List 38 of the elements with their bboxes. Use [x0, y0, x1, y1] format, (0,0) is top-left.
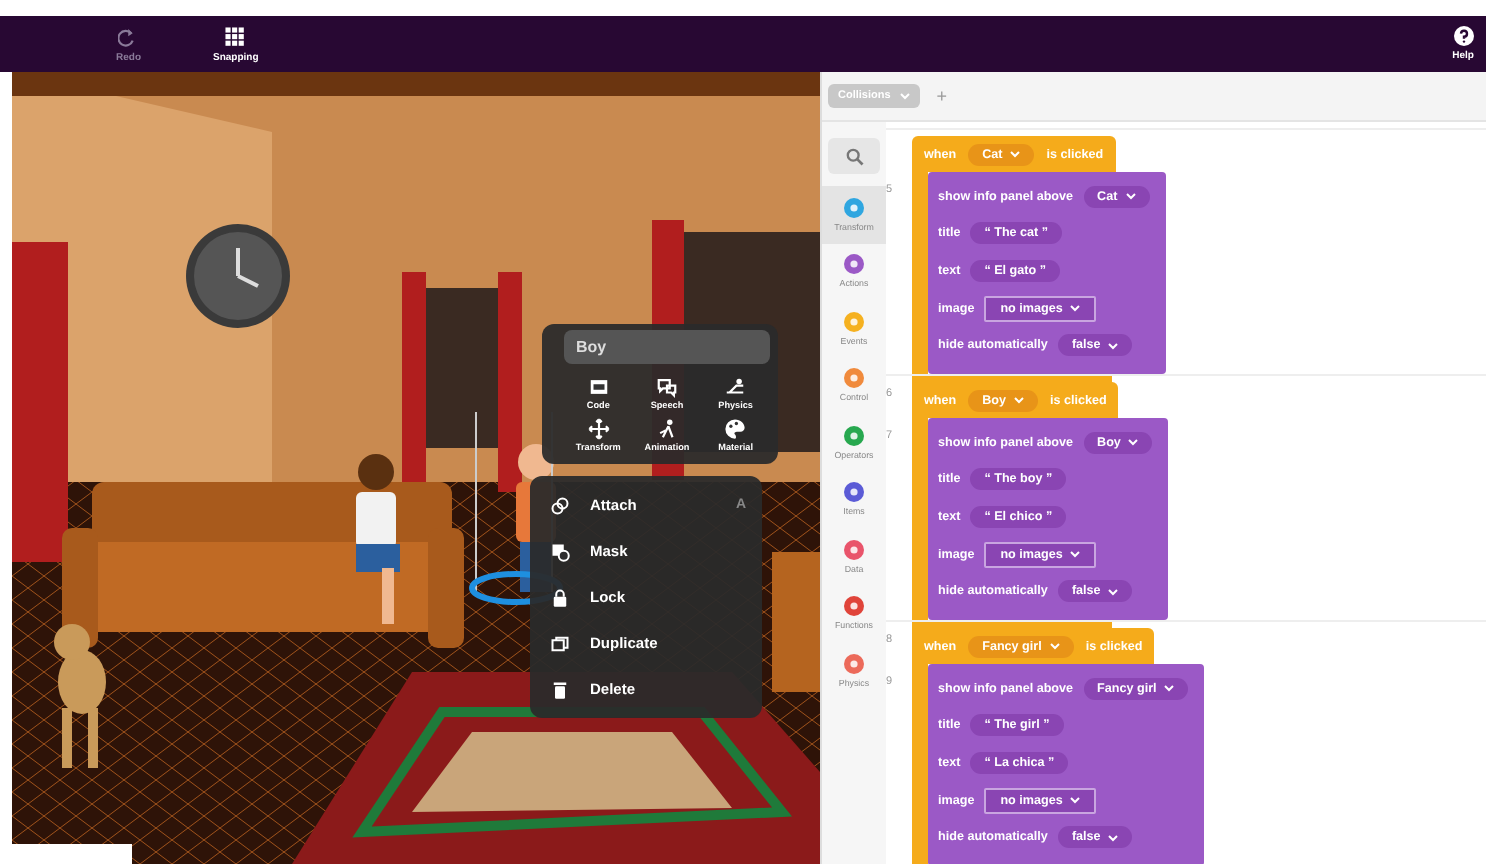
running-figure-icon: [655, 418, 678, 440]
physics-icon: [724, 376, 747, 398]
move-arrows-icon: [587, 418, 610, 440]
caret-icon: [900, 92, 911, 100]
caret-icon: [1070, 304, 1081, 313]
caret-icon: [1049, 642, 1060, 650]
mask-icon: [550, 541, 570, 561]
caret-icon: [1070, 550, 1081, 559]
category-icon: [844, 368, 864, 389]
category-icon: [844, 425, 864, 446]
object-name-field[interactable]: Boy: [564, 330, 770, 364]
category-icon: [844, 596, 864, 617]
caret-icon: [1164, 684, 1175, 693]
caret-icon: [1125, 192, 1136, 201]
caret-icon: [1014, 396, 1024, 404]
help-icon: [1453, 26, 1474, 46]
category-icon: [844, 653, 864, 674]
category-icon: [844, 197, 864, 218]
search-icon: [845, 147, 863, 165]
palette-icon: [724, 418, 747, 440]
category-icon: [844, 482, 864, 503]
caret-icon: [1010, 150, 1021, 158]
caret-icon: [1108, 587, 1119, 596]
lock-icon: [550, 587, 570, 607]
caret-icon: [1108, 833, 1119, 842]
caret-icon: [1108, 341, 1119, 350]
caret-icon: [1128, 438, 1139, 447]
category-icon: [844, 254, 864, 275]
caret-icon: [1070, 796, 1081, 805]
category-icon: [844, 311, 864, 332]
speech-bubbles-icon: [655, 376, 678, 398]
grid-icon: [224, 25, 247, 47]
trash-icon: [550, 679, 570, 699]
code-icon: [587, 376, 610, 398]
duplicate-icon: [550, 633, 570, 653]
link-icon: [550, 495, 570, 515]
category-icon: [844, 539, 864, 560]
search-button[interactable]: [828, 138, 880, 174]
